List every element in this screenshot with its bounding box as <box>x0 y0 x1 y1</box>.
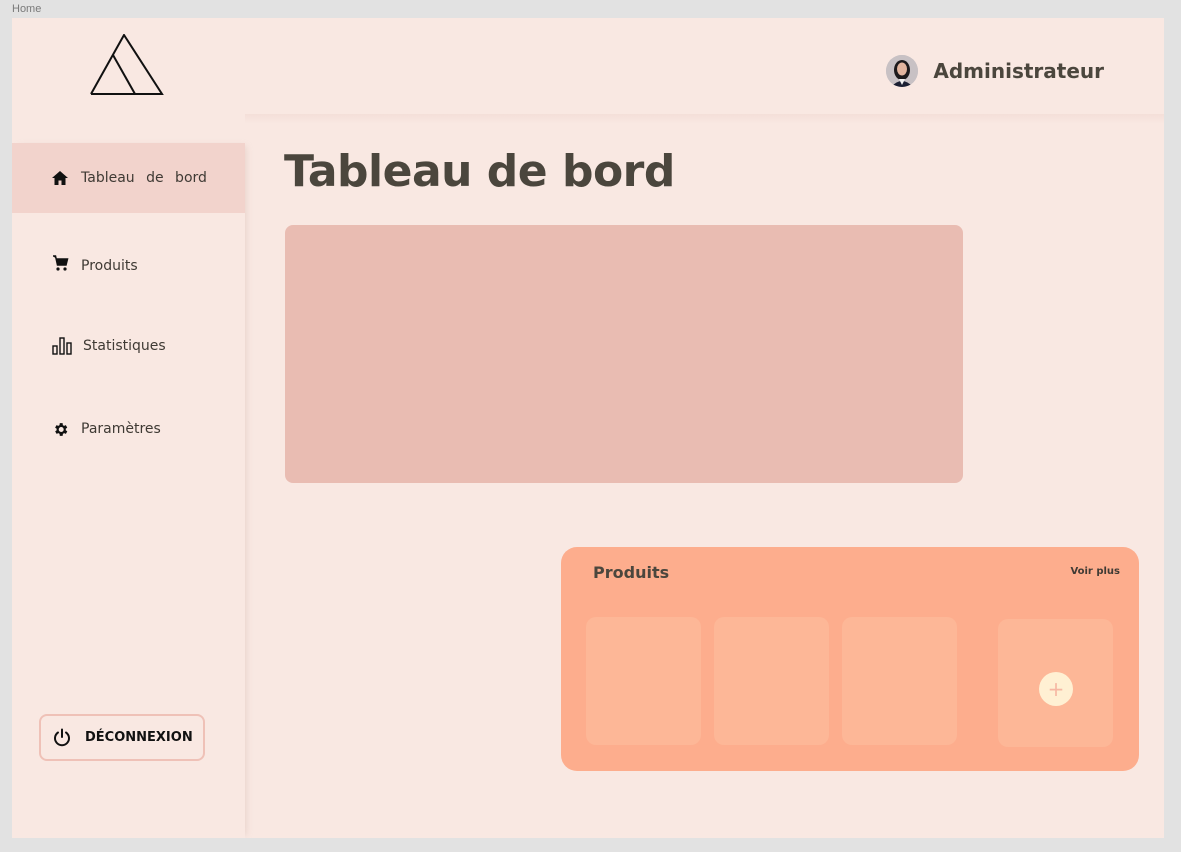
frame-label: Home <box>12 3 42 15</box>
product-card[interactable] <box>842 617 957 745</box>
sidebar-item-label: Produits <box>81 258 138 274</box>
add-product-button[interactable]: + <box>1039 672 1073 706</box>
cart-icon <box>49 252 71 274</box>
sidebar-item-settings[interactable]: Paramètres <box>12 414 245 444</box>
logout-button[interactable]: DÉCONNEXION <box>39 714 205 761</box>
header-divider <box>245 114 1164 124</box>
add-product-card: + <box>998 619 1113 747</box>
bar-chart-icon <box>51 335 73 357</box>
avatar <box>886 55 919 87</box>
sidebar-item-statistics[interactable]: Statistiques <box>12 331 245 361</box>
sidebar-item-products[interactable]: Produits <box>12 251 245 281</box>
products-title: Produits <box>593 563 670 582</box>
sidebar-item-label: Statistiques <box>83 338 166 354</box>
see-more-link[interactable]: Voir plus <box>1070 566 1120 577</box>
sidebar-item-label: Tableau de bord <box>81 170 207 186</box>
user-name: Administrateur <box>933 59 1104 83</box>
dashboard-page: Administrateur Tableau de bord Produits … <box>12 18 1164 838</box>
user-menu[interactable]: Administrateur <box>886 55 1104 87</box>
sidebar: Tableau de bord Produits Statistiques Pa… <box>12 143 245 838</box>
logout-label: DÉCONNEXION <box>85 730 193 745</box>
sidebar-item-dashboard[interactable]: Tableau de bord <box>12 143 245 213</box>
logo-icon <box>90 34 164 95</box>
hero-card <box>285 225 963 483</box>
power-icon <box>51 727 73 749</box>
gear-icon <box>49 418 71 440</box>
sidebar-item-label: Paramètres <box>81 421 161 437</box>
product-card[interactable] <box>586 617 701 745</box>
page-title: Tableau de bord <box>284 146 675 197</box>
product-card[interactable] <box>714 617 829 745</box>
products-panel: Produits Voir plus + <box>561 547 1139 771</box>
home-icon <box>49 167 71 189</box>
